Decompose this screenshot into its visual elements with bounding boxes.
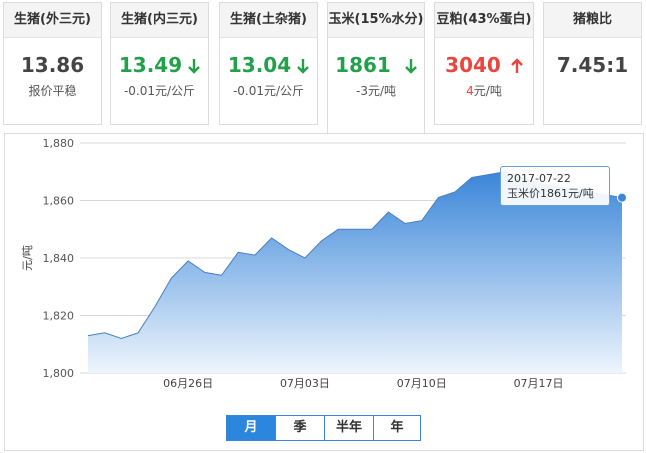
card-corn[interactable]: 玉米(15%水分) 1861 -3元/吨 [327, 2, 425, 133]
highlight-point [617, 192, 627, 203]
range-tabs: 月 季 半年 年 [226, 415, 421, 441]
chart-tooltip: 2017-07-22 玉米价1861元/吨 [500, 166, 610, 206]
tab-year[interactable]: 年 [374, 416, 420, 440]
y-tick-label: 1,800 [43, 367, 75, 380]
x-axis-labels: 06月26日 07月03日 07月10日 07月17日 [163, 377, 563, 390]
tab-month[interactable]: 月 [227, 416, 276, 440]
y-tick-label: 1,880 [43, 137, 75, 150]
x-tick-label: 07月10日 [397, 377, 447, 390]
x-tick-label: 07月17日 [514, 377, 564, 390]
card-title: 玉米(15%水分) [328, 3, 424, 38]
y-tick-label: 1,860 [43, 195, 75, 208]
tooltip-date: 2017-07-22 [507, 172, 571, 185]
x-tick-label: 07月03日 [280, 377, 330, 390]
y-axis-labels: 1,880 1,860 1,840 1,820 1,800 [43, 137, 75, 380]
card-value-row: 1861 [328, 52, 424, 78]
card-value: 1861 [335, 53, 391, 77]
x-tick-label: 06月26日 [163, 377, 213, 390]
arrow-down-icon [404, 54, 417, 80]
tab-quarter[interactable]: 季 [276, 416, 325, 440]
y-tick-label: 1,840 [43, 252, 75, 265]
tab-half-year[interactable]: 半年 [325, 416, 374, 440]
y-tick-label: 1,820 [43, 310, 75, 323]
y-axis-title: 元/吨 [21, 245, 34, 271]
card-change: -3元/吨 [355, 84, 396, 98]
price-chart: 1,880 1,860 1,840 1,820 1,800 06月26日 07月03日 07… [21, 137, 627, 390]
tooltip-text: 玉米价1861元/吨 [507, 187, 594, 200]
